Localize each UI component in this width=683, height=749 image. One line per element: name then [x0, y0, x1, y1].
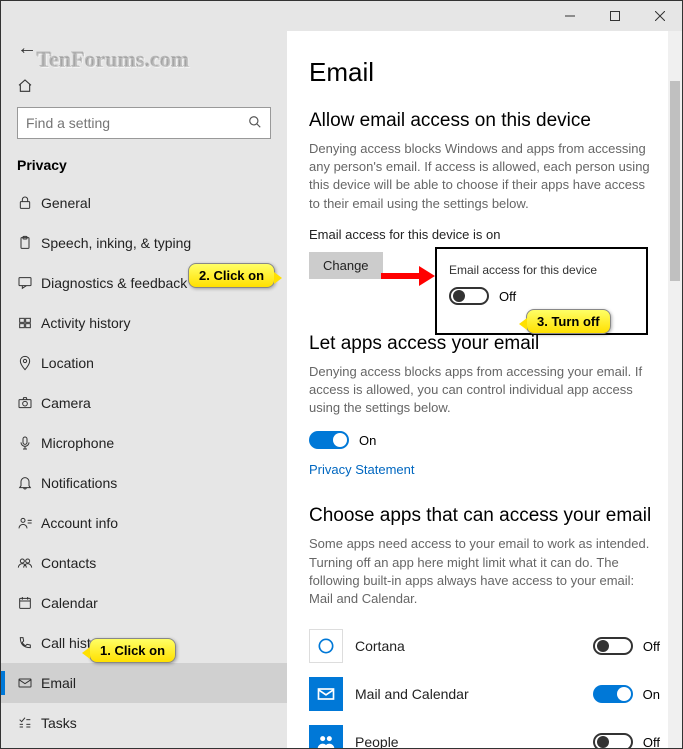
bell-icon	[17, 475, 41, 491]
section-heading: Choose apps that can access your email	[309, 505, 660, 527]
sidebar-item-label: Contacts	[41, 555, 96, 571]
toggle-label: On	[359, 433, 376, 448]
app-row-cortana: Cortana Off	[309, 622, 660, 670]
mail-icon	[309, 677, 343, 711]
close-button[interactable]	[637, 1, 682, 31]
app-access-toggle[interactable]	[309, 431, 349, 449]
minimize-button[interactable]	[547, 1, 592, 31]
app-row-mail: Mail and Calendar On	[309, 670, 660, 718]
sidebar-item-tasks[interactable]: Tasks	[1, 703, 287, 743]
sidebar-item-label: Email	[41, 675, 76, 691]
app-name: Mail and Calendar	[355, 686, 593, 702]
sidebar-item-label: General	[41, 195, 91, 211]
annotation-callout-3: 3. Turn off	[526, 309, 611, 334]
sidebar-item-calendar[interactable]: Calendar	[1, 583, 287, 623]
microphone-icon	[17, 435, 41, 451]
back-button[interactable]: ←	[17, 37, 37, 60]
sidebar-item-microphone[interactable]: Microphone	[1, 423, 287, 463]
sidebar-item-label: Diagnostics & feedback	[41, 275, 187, 291]
window-titlebar	[1, 1, 682, 31]
sidebar-item-location[interactable]: Location	[1, 343, 287, 383]
phone-icon	[17, 635, 41, 651]
sidebar-item-email[interactable]: Email	[1, 663, 287, 703]
section-app-access: Let apps access your email Denying acces…	[309, 333, 660, 480]
privacy-statement-link[interactable]: Privacy Statement	[309, 462, 415, 477]
section-heading: Allow email access on this device	[309, 110, 660, 132]
annotation-arrow	[381, 263, 435, 294]
annotation-callout-1: 1. Click on	[89, 638, 176, 663]
section-choose-apps: Choose apps that can access your email S…	[309, 505, 660, 748]
location-icon	[17, 355, 41, 371]
search-box[interactable]	[17, 107, 271, 139]
sidebar-item-label: Location	[41, 355, 94, 371]
sidebar-item-label: Tasks	[41, 715, 77, 731]
people-toggle[interactable]	[593, 733, 633, 748]
sidebar-item-contacts[interactable]: Contacts	[1, 543, 287, 583]
person-icon	[17, 515, 41, 531]
history-icon	[17, 315, 41, 331]
tasks-icon	[17, 715, 41, 731]
change-button[interactable]: Change	[309, 252, 383, 279]
sidebar-item-activity[interactable]: Activity history	[1, 303, 287, 343]
app-name: People	[355, 734, 593, 748]
toggle-label: On	[643, 687, 660, 702]
sidebar-item-label: Notifications	[41, 475, 117, 491]
popup-label: Email access for this device	[449, 263, 634, 277]
annotation-callout-2: 2. Click on	[188, 263, 275, 288]
sidebar-item-speech[interactable]: Speech, inking, & typing	[1, 223, 287, 263]
home-icon[interactable]	[17, 78, 33, 99]
popup-toggle-label: Off	[499, 289, 516, 304]
sidebar-item-label: Camera	[41, 395, 91, 411]
lock-icon	[17, 195, 41, 211]
email-icon	[17, 675, 41, 691]
toggle-label: Off	[643, 735, 660, 748]
popup-toggle[interactable]	[449, 287, 489, 305]
app-name: Cortana	[355, 638, 593, 654]
scrollbar[interactable]	[668, 31, 682, 748]
search-icon	[248, 115, 262, 132]
section-heading: Let apps access your email	[309, 333, 660, 355]
search-input[interactable]	[26, 115, 248, 131]
sidebar-item-label: Activity history	[41, 315, 130, 331]
section-description: Denying access blocks Windows and apps f…	[309, 140, 659, 213]
camera-icon	[17, 395, 41, 411]
device-access-status: Email access for this device is on	[309, 227, 660, 242]
sidebar-item-messaging[interactable]: Messaging	[1, 743, 287, 748]
contacts-icon	[17, 555, 41, 571]
sidebar-item-label: Calendar	[41, 595, 98, 611]
calendar-icon	[17, 595, 41, 611]
sidebar-item-label: Speech, inking, & typing	[41, 235, 191, 251]
sidebar-item-camera[interactable]: Camera	[1, 383, 287, 423]
section-description: Denying access blocks apps from accessin…	[309, 363, 659, 418]
maximize-button[interactable]	[592, 1, 637, 31]
scrollbar-thumb[interactable]	[670, 81, 680, 281]
sidebar-item-label: Account info	[41, 515, 118, 531]
cortana-toggle[interactable]	[593, 637, 633, 655]
section-heading: Privacy	[1, 153, 287, 183]
sidebar-item-general[interactable]: General	[1, 183, 287, 223]
page-title: Email	[309, 57, 660, 88]
feedback-icon	[17, 275, 41, 291]
people-icon	[309, 725, 343, 748]
clipboard-icon	[17, 235, 41, 251]
sidebar-item-label: Microphone	[41, 435, 114, 451]
cortana-icon	[309, 629, 343, 663]
app-row-people: People Off	[309, 718, 660, 748]
sidebar-item-account[interactable]: Account info	[1, 503, 287, 543]
sidebar-item-notifications[interactable]: Notifications	[1, 463, 287, 503]
toggle-label: Off	[643, 639, 660, 654]
section-description: Some apps need access to your email to w…	[309, 535, 659, 608]
mail-toggle[interactable]	[593, 685, 633, 703]
main-content: Email Allow email access on this device …	[287, 31, 682, 748]
